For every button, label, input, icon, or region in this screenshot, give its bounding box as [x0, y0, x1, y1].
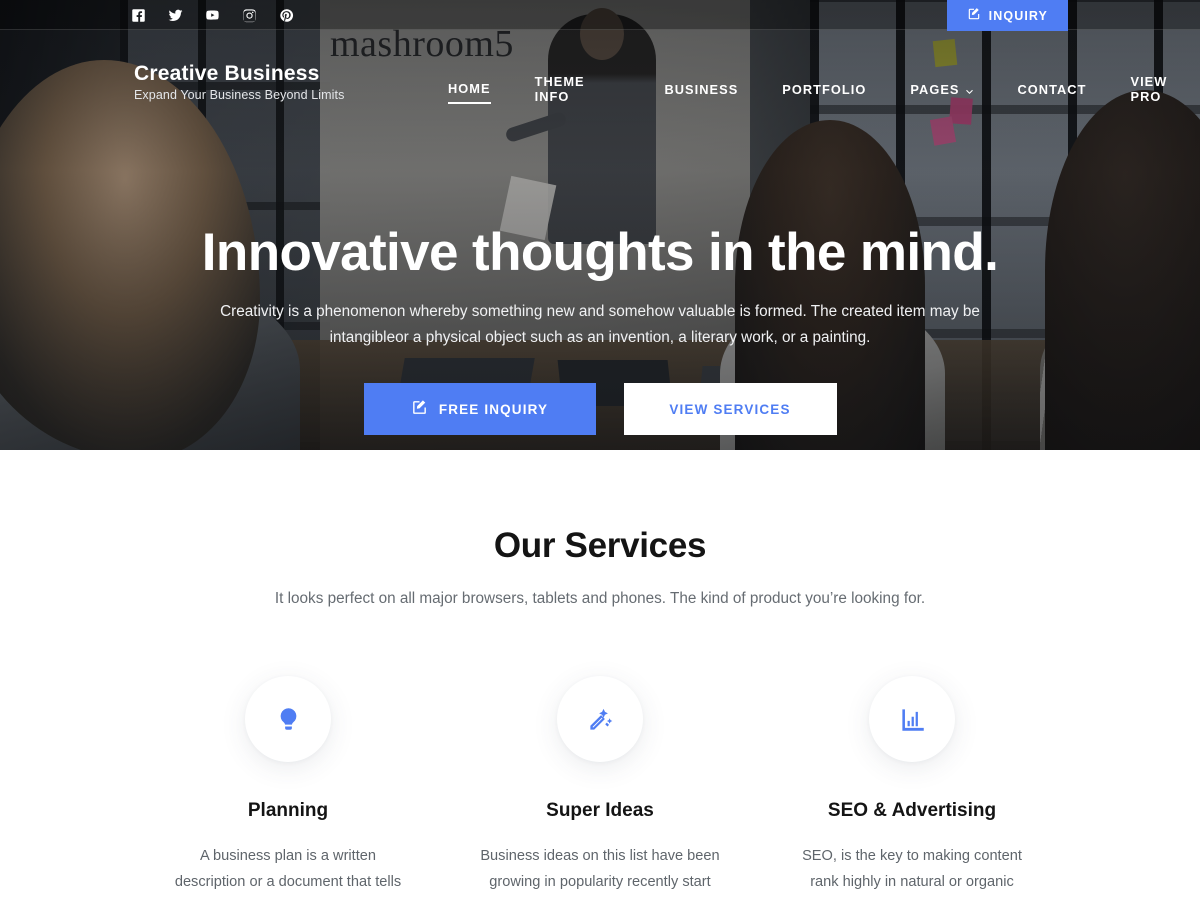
nav-item-business[interactable]: BUSINESS: [664, 82, 738, 103]
service-card-title: Planning: [247, 800, 329, 821]
nav-label: VIEW PRO: [1130, 74, 1168, 104]
brand-tagline: Expand Your Business Beyond Limits: [134, 88, 345, 103]
nav-item-home[interactable]: HOME: [448, 81, 491, 104]
hero-title: Innovative thoughts in the mind.: [201, 223, 999, 282]
nav-label: CONTACT: [1017, 81, 1087, 97]
hero-section: mashroom5: [0, 0, 1200, 450]
service-card[interactable]: Super Ideas Business ideas on this list …: [444, 676, 756, 900]
nav-item-pages[interactable]: PAGES: [910, 82, 973, 103]
brand-title: Creative Business: [134, 62, 320, 85]
social-links: [128, 4, 296, 26]
edit-square-icon: [411, 399, 428, 419]
youtube-icon[interactable]: [202, 4, 222, 26]
brand-block[interactable]: Creative Business Expand Your Business B…: [134, 62, 344, 102]
nav-item-portfolio[interactable]: PORTFOLIO: [782, 82, 866, 103]
free-inquiry-button[interactable]: FREE INQUIRY: [363, 383, 596, 436]
service-card-list: Planning A business plan is a written de…: [0, 676, 1200, 900]
nav-label: PORTFOLIO: [782, 81, 867, 97]
service-card-title: SEO & Advertising: [827, 800, 997, 821]
services-section: Our Services It looks perfect on all maj…: [0, 450, 1200, 900]
service-card-description: Business ideas on this list have been gr…: [480, 848, 720, 900]
instagram-icon[interactable]: [239, 4, 259, 26]
inquiry-button-top-label: INQUIRY: [988, 8, 1048, 23]
main-navigation: HOME THEME INFO BUSINESS PORTFOLIO PAGES: [448, 74, 1200, 110]
edit-square-icon: [967, 7, 981, 24]
nav-item-theme-info[interactable]: THEME INFO: [535, 74, 621, 110]
site-header: Creative Business Expand Your Business B…: [0, 52, 1200, 108]
nav-label: PAGES: [910, 81, 960, 97]
nav-label: HOME: [448, 80, 491, 96]
service-card[interactable]: Planning A business plan is a written de…: [132, 676, 444, 900]
bar-chart-icon: [869, 676, 955, 762]
view-services-label: VIEW SERVICES: [669, 401, 791, 417]
hero-actions: FREE INQUIRY VIEW SERVICES: [0, 383, 1200, 436]
free-inquiry-label: FREE INQUIRY: [438, 401, 549, 417]
hero-description: Creativity is a phenomenon whereby somet…: [220, 302, 980, 346]
view-services-button[interactable]: VIEW SERVICES: [623, 383, 837, 436]
pinterest-icon[interactable]: [276, 4, 296, 26]
twitter-icon[interactable]: [165, 4, 185, 26]
service-card[interactable]: SEO & Advertising SEO, is the key to mak…: [756, 676, 1068, 900]
nav-label: BUSINESS: [664, 81, 739, 97]
magic-wand-icon: [557, 676, 643, 762]
top-bar: INQUIRY: [0, 0, 1200, 31]
service-card-title: Super Ideas: [546, 800, 654, 821]
nav-item-view-pro[interactable]: VIEW PRO: [1130, 74, 1200, 110]
services-subtitle: It looks perfect on all major browsers, …: [274, 590, 926, 607]
lightbulb-icon: [245, 676, 331, 762]
chevron-down-icon: [965, 85, 974, 94]
service-card-description: SEO, is the key to making content rank h…: [802, 848, 1022, 900]
services-title: Our Services: [493, 526, 707, 565]
inquiry-button-top[interactable]: INQUIRY: [946, 0, 1068, 31]
nav-label: THEME INFO: [534, 74, 585, 104]
facebook-icon[interactable]: [128, 4, 148, 26]
nav-item-contact[interactable]: CONTACT: [1018, 82, 1087, 103]
service-card-description: A business plan is a written description…: [174, 848, 402, 900]
